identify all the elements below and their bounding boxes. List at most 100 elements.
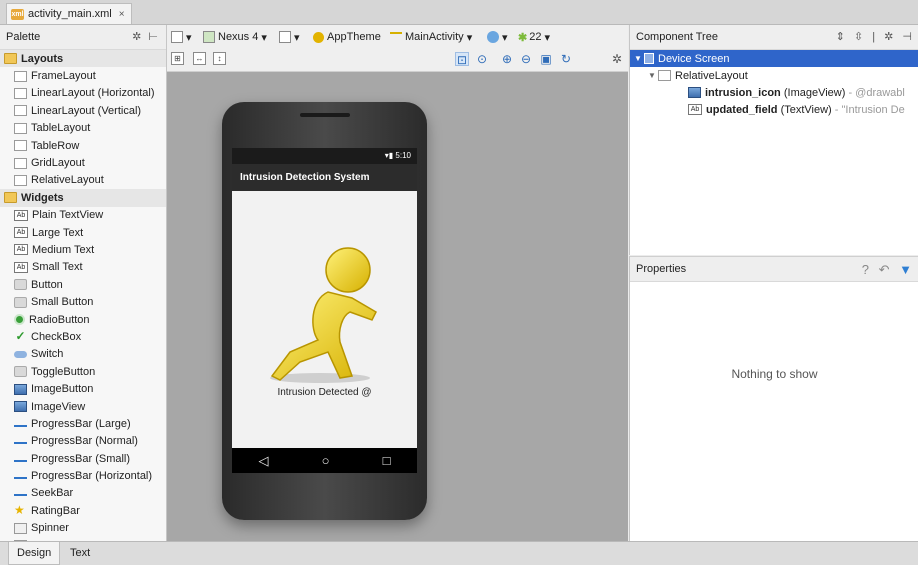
palette-item-medium-text[interactable]: Ab Medium Text	[0, 241, 166, 258]
palette-item-relativelayout[interactable]: RelativeLayout	[0, 172, 166, 189]
palette-item-label: Medium Text	[32, 243, 95, 256]
tree-item-intrusion-icon[interactable]: intrusion_icon (ImageView) - @drawabl	[630, 84, 918, 101]
expand-triangle-icon[interactable]: ▼	[634, 54, 644, 63]
spinner-icon	[14, 522, 27, 534]
device-dropdown[interactable]: Nexus 4 ▾	[203, 29, 267, 45]
layout-icon	[14, 157, 27, 169]
palette-item-label: ProgressBar (Large)	[31, 417, 131, 430]
intrusion-icon-image[interactable]	[250, 240, 390, 385]
tree-item-id: updated_field	[706, 103, 778, 116]
palette-item-linearlayout-horizontal[interactable]: LinearLayout (Horizontal)	[0, 85, 166, 102]
layout-icon	[14, 105, 27, 117]
tree-item-device-screen[interactable]: ▼ Device Screen	[630, 50, 918, 67]
palette-item-progressbar-horizontal[interactable]: ProgressBar (Horizontal)	[0, 467, 166, 484]
refresh-icon[interactable]: ↻	[559, 52, 573, 66]
tab-design[interactable]: Design	[8, 542, 61, 565]
component-tree-header: Component Tree ⇕ ⇳ | ✲ ⊣	[630, 25, 918, 50]
palette-item-progressbar-normal[interactable]: ProgressBar (Normal)	[0, 433, 166, 450]
palette-group-layouts[interactable]: Layouts	[0, 50, 166, 68]
properties-header: Properties ? ↶ ▼	[630, 257, 918, 282]
palette-item-spinner[interactable]: Spinner	[0, 520, 166, 537]
zoom-actual-icon[interactable]: ⊙	[475, 52, 489, 66]
back-nav-icon[interactable]: ◁	[259, 453, 269, 469]
palette-item-tablerow[interactable]: TableRow	[0, 137, 166, 154]
palette-item-checkbox[interactable]: ✓ CheckBox	[0, 328, 166, 345]
zoom-fit-icon[interactable]: ⊡	[455, 52, 469, 67]
status-time: 5:10	[395, 151, 411, 160]
palette-item-imageview[interactable]: ImageView	[0, 398, 166, 415]
btn-icon	[14, 279, 27, 291]
activity-icon	[390, 32, 402, 42]
close-tab-icon[interactable]: ×	[119, 9, 125, 20]
tree-toolbar-icons[interactable]: ⇕ ⇳ | ✲ ⊣	[836, 30, 915, 43]
text-icon: Ab	[14, 227, 28, 239]
radio-icon	[14, 314, 25, 326]
layout-variants-icon[interactable]: ⊞	[171, 52, 184, 65]
palette-settings-icon[interactable]: ✲ ⊢	[132, 30, 160, 43]
properties-toolbar: ? ↶ ▼	[862, 262, 915, 278]
palette-item-small-text[interactable]: Ab Small Text	[0, 259, 166, 276]
device-frame-dropdown[interactable]: ▾	[171, 29, 192, 45]
palette-item-label: GridLayout	[31, 157, 85, 170]
palette-item-progressbar-small[interactable]: ProgressBar (Small)	[0, 450, 166, 467]
palette-item-radiobutton[interactable]: RadioButton	[0, 311, 166, 328]
api-level-dropdown[interactable]: ✱ 22 ▾	[518, 29, 550, 45]
palette-item-plain-textview[interactable]: Ab Plain TextView	[0, 207, 166, 224]
screenshot-icon[interactable]: ▣	[539, 52, 553, 66]
palette-item-seekbar[interactable]: SeekBar	[0, 485, 166, 502]
device-screen-icon	[644, 53, 654, 64]
tree-item-updated-field[interactable]: Ab updated_field (TextView) - "Intrusion…	[630, 101, 918, 118]
palette-group-widgets[interactable]: Widgets	[0, 189, 166, 207]
textview-icon: Ab	[688, 104, 702, 115]
palette-panel: Palette ✲ ⊢ Layouts FrameLayout LinearLayo…	[0, 25, 167, 541]
api-level-label: 22	[529, 31, 542, 43]
tab-text[interactable]: Text	[62, 542, 98, 564]
expand-vertical-icon[interactable]: ↕	[213, 52, 226, 65]
palette-item-button[interactable]: Button	[0, 276, 166, 293]
design-toolbar: ▾ Nexus 4 ▾ ▾ AppTheme MainActivity ▾ ▾ …	[167, 25, 628, 72]
palette-item-linearlayout-vertical[interactable]: LinearLayout (Vertical)	[0, 102, 166, 119]
palette-item-togglebutton[interactable]: ToggleButton	[0, 363, 166, 380]
expand-horizontal-icon[interactable]: ↔	[193, 52, 206, 65]
palette-item-imagebutton[interactable]: ImageButton	[0, 380, 166, 397]
palette-item-gridlayout[interactable]: GridLayout	[0, 154, 166, 171]
locale-dropdown[interactable]: ▾	[487, 29, 508, 45]
palette-item-large-text[interactable]: Ab Large Text	[0, 224, 166, 241]
home-nav-icon[interactable]: ○	[322, 453, 330, 468]
file-tab-activity-main[interactable]: xml activity_main.xml ×	[6, 3, 132, 24]
progress-icon	[14, 424, 27, 427]
palette-item-label: CheckBox	[31, 330, 82, 343]
xml-file-icon: xml	[11, 8, 24, 20]
tree-item-hint: - @drawabl	[848, 86, 905, 99]
palette-item-switch[interactable]: Switch	[0, 346, 166, 363]
palette-item-label: Button	[31, 278, 63, 291]
tree-item-relativelayout[interactable]: ▼ RelativeLayout	[630, 67, 918, 84]
palette-item-label: ProgressBar (Horizontal)	[31, 470, 153, 483]
properties-empty-text: Nothing to show	[731, 367, 818, 381]
theme-dropdown[interactable]: AppTheme	[313, 29, 381, 45]
filter-icon[interactable]: ▼	[899, 262, 915, 277]
tree-device-screen-label: Device Screen	[658, 52, 730, 65]
editor-mode-tabs: Design Text	[0, 541, 918, 565]
image-icon	[14, 383, 27, 395]
palette-item-ratingbar[interactable]: ★ RatingBar	[0, 502, 166, 519]
palette-item-label: Small Button	[31, 296, 94, 309]
updated-field-text[interactable]: Intrusion Detected @	[232, 387, 417, 398]
help-icon[interactable]: ?	[862, 262, 872, 277]
recents-nav-icon[interactable]: □	[383, 453, 391, 468]
zoom-out-icon[interactable]: ⊖	[519, 52, 533, 66]
palette-item-label: RelativeLayout	[31, 174, 104, 187]
palette-header: Palette ✲ ⊢	[0, 25, 166, 50]
palette-group-label: Widgets	[21, 191, 64, 204]
orientation-dropdown[interactable]: ▾	[279, 29, 300, 45]
expand-triangle-icon[interactable]: ▼	[648, 71, 658, 80]
palette-item-progressbar-large[interactable]: ProgressBar (Large)	[0, 415, 166, 432]
palette-item-small-button[interactable]: Small Button	[0, 293, 166, 310]
canvas-settings-icon[interactable]: ✲	[610, 52, 624, 66]
progress-icon	[14, 459, 27, 462]
palette-item-tablelayout[interactable]: TableLayout	[0, 120, 166, 137]
undo-icon[interactable]: ↶	[879, 262, 893, 277]
palette-item-framelayout[interactable]: FrameLayout	[0, 67, 166, 84]
zoom-in-icon[interactable]: ⊕	[500, 52, 514, 66]
activity-dropdown[interactable]: MainActivity ▾	[390, 29, 472, 45]
